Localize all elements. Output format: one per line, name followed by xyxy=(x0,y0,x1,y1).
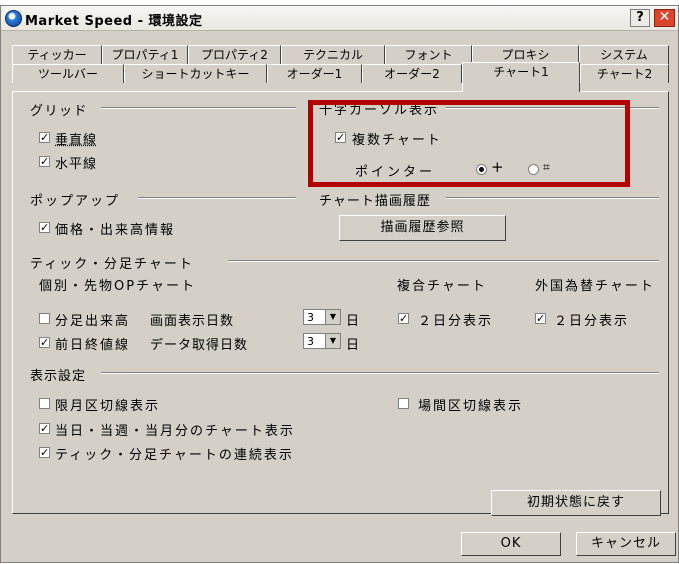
month-separator-label: 限月区切線表示 xyxy=(55,399,161,414)
tab-order2[interactable]: オーダー2 xyxy=(362,64,462,83)
title-bar: Market Speed - 環境設定 ? ✕ xyxy=(1,6,678,31)
chevron-down-icon: ▼ xyxy=(325,334,340,348)
horizontal-checkbox[interactable]: ✓ xyxy=(39,156,50,167)
minute-volume-label: 分足出来高 xyxy=(55,314,131,329)
popup-group-label: ポップアップ xyxy=(30,194,121,209)
window-title: Market Speed - 環境設定 xyxy=(25,14,203,29)
continuous-label: ティック・分足チャートの連続表示 xyxy=(55,448,294,463)
price-volume-checkbox[interactable]: ✓ xyxy=(39,222,50,233)
tab-shortcut[interactable]: ショートカットキー xyxy=(124,64,267,83)
tab-order1[interactable]: オーダー1 xyxy=(267,64,362,83)
two-day-composite-checkbox[interactable]: ✓ xyxy=(398,313,409,324)
tab-toolbar[interactable]: ツールバー xyxy=(12,64,124,83)
display-group-label: 表示設定 xyxy=(30,369,87,384)
tick-group-label: ティック・分足チャート xyxy=(30,257,194,272)
display-days-unit: 日 xyxy=(346,314,361,329)
fx-chart-label: 外国為替チャート xyxy=(535,279,655,294)
vertical-checkbox[interactable]: ✓ xyxy=(39,132,50,143)
tab-chart1[interactable]: チャート1 xyxy=(462,62,580,92)
two-day-composite-label: ２日分表示 xyxy=(418,314,494,329)
session-separator-checkbox[interactable] xyxy=(398,398,409,409)
price-volume-label: 価格・出来高情報 xyxy=(55,223,176,238)
fetch-days-select[interactable]: 3 ▼ xyxy=(303,333,341,349)
tab-technical[interactable]: テクニカル xyxy=(281,45,385,64)
display-days-value: 3 xyxy=(307,311,314,324)
day-week-month-label: 当日・当週・当月分のチャート表示 xyxy=(55,424,295,439)
tab-ticker[interactable]: ティッカー xyxy=(12,45,102,64)
horizontal-label: 水平線 xyxy=(55,157,98,172)
reset-button[interactable]: 初期状態に戻す xyxy=(491,490,661,516)
settings-dialog: Market Speed - 環境設定 ? ✕ ティッカー プロパティ1 プロパ… xyxy=(0,5,679,563)
grid-group-label: グリッド xyxy=(30,100,88,119)
prev-close-label: 前日終値線 xyxy=(55,338,131,353)
grid-label: グリッド xyxy=(30,104,89,119)
display-days-label: 画面表示日数 xyxy=(150,314,235,329)
fetch-days-unit: 日 xyxy=(346,338,361,353)
history-button[interactable]: 描画履歴参照 xyxy=(339,215,506,241)
vertical-label: 垂直線 xyxy=(55,133,98,148)
ok-button[interactable]: OK xyxy=(461,532,561,556)
tab-property2[interactable]: プロパティ2 xyxy=(188,45,281,64)
close-button[interactable]: ✕ xyxy=(654,9,675,27)
tab-property1[interactable]: プロパティ1 xyxy=(102,45,188,64)
individual-label: 個別・先物OPチャート xyxy=(39,279,196,294)
app-icon xyxy=(5,10,22,27)
cancel-button[interactable]: キャンセル xyxy=(576,532,676,556)
session-separator-label: 場間区切線表示 xyxy=(418,399,524,414)
chevron-down-icon: ▼ xyxy=(325,310,340,324)
two-day-fx-checkbox[interactable]: ✓ xyxy=(535,313,546,324)
minute-volume-checkbox xyxy=(39,313,50,324)
highlight-box xyxy=(308,100,630,187)
help-button[interactable]: ? xyxy=(630,9,650,27)
history-group-label: チャート描画履歴 xyxy=(319,194,431,209)
composite-chart-label: 複合チャート xyxy=(397,279,487,294)
day-week-month-checkbox[interactable]: ✓ xyxy=(39,423,50,434)
tab-system[interactable]: システム xyxy=(579,45,669,64)
two-day-fx-label: ２日分表示 xyxy=(554,314,630,329)
prev-close-checkbox[interactable]: ✓ xyxy=(39,337,50,348)
fetch-days-label: データ取得日数 xyxy=(150,338,249,353)
continuous-checkbox[interactable]: ✓ xyxy=(39,447,50,458)
display-days-select[interactable]: 3 ▼ xyxy=(303,309,341,325)
tab-font[interactable]: フォント xyxy=(385,45,472,64)
fetch-days-value: 3 xyxy=(307,335,314,348)
month-separator-checkbox[interactable] xyxy=(39,398,50,409)
tab-chart2[interactable]: チャート2 xyxy=(580,64,669,83)
